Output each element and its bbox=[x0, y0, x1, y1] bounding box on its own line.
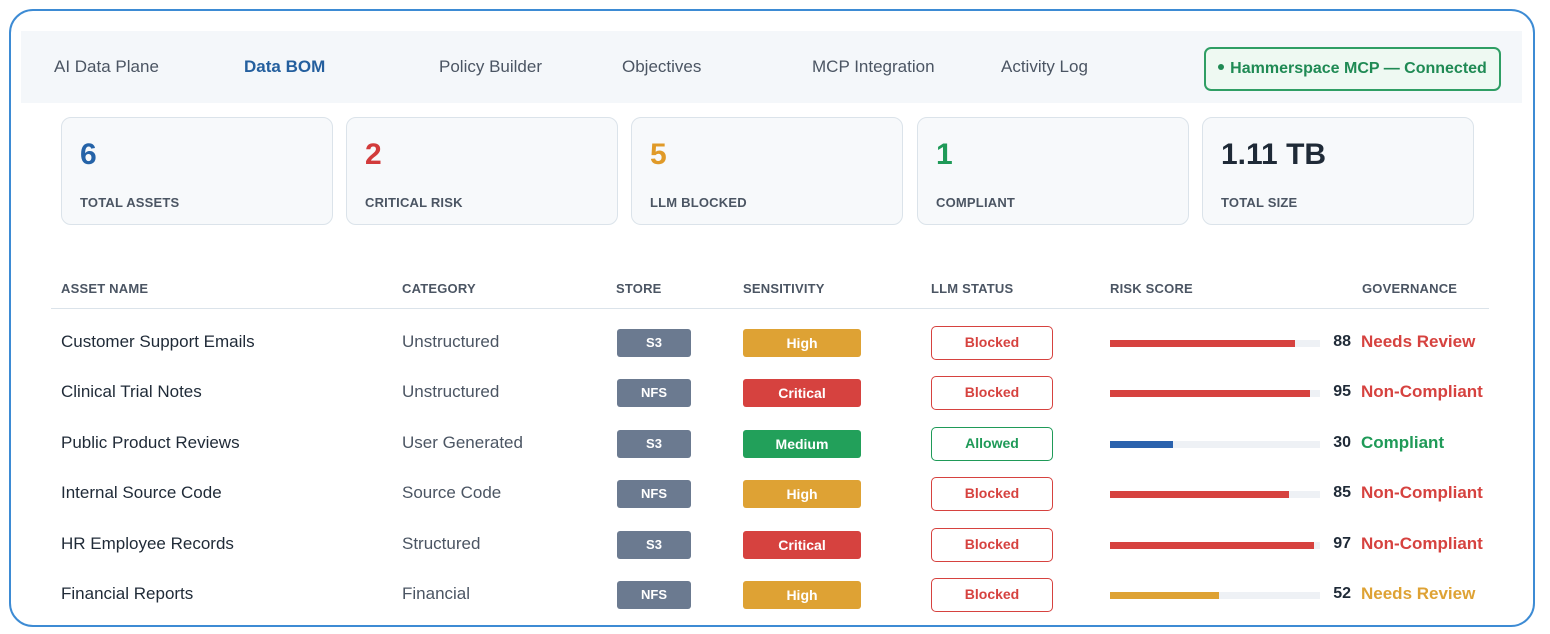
tab-mcp-integration[interactable]: MCP Integration bbox=[812, 31, 935, 103]
risk-score-bar bbox=[1110, 441, 1320, 448]
asset-name[interactable]: Internal Source Code bbox=[61, 468, 222, 518]
app-window: AI Data Plane Data BOM Policy Builder Ob… bbox=[9, 9, 1535, 627]
table-row[interactable]: Public Product Reviews User Generated S3 Me… bbox=[11, 418, 1531, 468]
column-header-risk-score[interactable]: RISK SCORE bbox=[1110, 281, 1193, 296]
stat-value: 1 bbox=[936, 138, 953, 171]
asset-name[interactable]: Clinical Trial Notes bbox=[61, 367, 202, 417]
asset-category: Unstructured bbox=[402, 332, 500, 351]
risk-score-value: 97 bbox=[1333, 535, 1351, 552]
sensitivity-badge: Critical bbox=[743, 531, 861, 559]
stat-value: 5 bbox=[650, 138, 667, 171]
stat-value: 2 bbox=[365, 138, 382, 171]
column-header-store[interactable]: STORE bbox=[616, 281, 662, 296]
risk-score-bar bbox=[1110, 491, 1320, 498]
asset-category: Source Code bbox=[402, 483, 502, 502]
sensitivity-badge: Critical bbox=[743, 379, 861, 407]
llm-status-badge[interactable]: Blocked bbox=[931, 376, 1053, 410]
risk-score-bar bbox=[1110, 542, 1320, 549]
column-header-governance[interactable]: GOVERNANCE bbox=[1362, 281, 1457, 296]
asset-category: Financial bbox=[402, 584, 471, 603]
risk-score-bar-fill bbox=[1110, 592, 1220, 599]
stat-card-critical-risk: 2 CRITICAL RISK bbox=[346, 117, 618, 225]
stat-card-llm-blocked: 5 LLM BLOCKED bbox=[631, 117, 903, 225]
risk-score-bar bbox=[1110, 390, 1320, 397]
asset-name[interactable]: HR Employee Records bbox=[61, 519, 234, 569]
tab-activity-log[interactable]: Activity Log bbox=[1001, 31, 1088, 103]
asset-name[interactable]: Financial Reports bbox=[61, 569, 193, 619]
llm-status-badge[interactable]: Blocked bbox=[931, 528, 1053, 562]
sensitivity-badge: High bbox=[743, 480, 861, 508]
stat-card-total-size: 1.11 TB TOTAL SIZE bbox=[1202, 117, 1474, 225]
risk-score-bar-fill bbox=[1110, 542, 1314, 549]
governance-status: Compliant bbox=[1361, 433, 1445, 452]
top-nav-bar: AI Data Plane Data BOM Policy Builder Ob… bbox=[21, 31, 1522, 103]
tab-objectives[interactable]: Objectives bbox=[622, 31, 701, 103]
asset-category: Unstructured bbox=[402, 382, 500, 401]
risk-score-bar-fill bbox=[1110, 491, 1289, 498]
stat-label: LLM BLOCKED bbox=[650, 195, 747, 210]
governance-status: Non-Compliant bbox=[1361, 483, 1483, 502]
risk-score-value: 88 bbox=[1333, 333, 1351, 350]
stat-value: 1.11 TB bbox=[1221, 138, 1327, 171]
governance-status: Non-Compliant bbox=[1361, 382, 1483, 401]
asset-category: Structured bbox=[402, 534, 481, 553]
table-header-divider bbox=[51, 308, 1489, 309]
stat-label: CRITICAL RISK bbox=[365, 195, 463, 210]
column-header-category[interactable]: CATEGORY bbox=[402, 281, 476, 296]
asset-name[interactable]: Customer Support Emails bbox=[61, 317, 255, 367]
table-row[interactable]: Customer Support Emails Unstructured S3 Hig… bbox=[11, 317, 1531, 367]
governance-status: Needs Review bbox=[1361, 584, 1476, 603]
llm-status-badge[interactable]: Blocked bbox=[931, 477, 1053, 511]
store-badge: NFS bbox=[617, 581, 691, 609]
table-row[interactable]: Clinical Trial Notes Unstructured NFS Criti… bbox=[11, 367, 1531, 417]
column-header-llm-status[interactable]: LLM STATUS bbox=[931, 281, 1013, 296]
store-badge: S3 bbox=[617, 430, 691, 458]
mcp-connection-status[interactable]: Hammerspace MCP — Connected bbox=[1204, 47, 1501, 91]
risk-score-value: 95 bbox=[1333, 383, 1351, 400]
store-badge: NFS bbox=[617, 480, 691, 508]
mcp-status-label: Hammerspace MCP — Connected bbox=[1230, 60, 1487, 77]
llm-status-badge[interactable]: Blocked bbox=[931, 578, 1053, 612]
stat-card-total-assets: 6 TOTAL ASSETS bbox=[61, 117, 333, 225]
risk-score-value: 30 bbox=[1333, 434, 1351, 451]
risk-score-bar bbox=[1110, 340, 1320, 347]
table-row[interactable]: Internal Source Code Source Code NFS High Bl… bbox=[11, 468, 1531, 518]
governance-status: Needs Review bbox=[1361, 332, 1476, 351]
stat-value: 6 bbox=[80, 138, 97, 171]
store-badge: S3 bbox=[617, 531, 691, 559]
stat-label: COMPLIANT bbox=[936, 195, 1016, 210]
tab-ai-data-plane[interactable]: AI Data Plane bbox=[54, 31, 159, 103]
stat-label: TOTAL SIZE bbox=[1221, 195, 1298, 210]
stat-card-compliant: 1 COMPLIANT bbox=[917, 117, 1189, 225]
table-row[interactable]: HR Employee Records Structured S3 Critical B… bbox=[11, 519, 1531, 569]
llm-status-badge[interactable]: Allowed bbox=[931, 427, 1053, 461]
governance-status: Non-Compliant bbox=[1361, 534, 1483, 553]
risk-score-value: 85 bbox=[1333, 484, 1351, 501]
risk-score-bar-fill bbox=[1110, 340, 1295, 347]
risk-score-bar-fill bbox=[1110, 441, 1173, 448]
llm-status-badge[interactable]: Blocked bbox=[931, 326, 1053, 360]
sensitivity-badge: High bbox=[743, 581, 861, 609]
risk-score-bar-fill bbox=[1110, 390, 1310, 397]
store-badge: NFS bbox=[617, 379, 691, 407]
sensitivity-badge: High bbox=[743, 329, 861, 357]
tab-data-bom[interactable]: Data BOM bbox=[244, 31, 325, 103]
asset-category: User Generated bbox=[402, 433, 523, 452]
column-header-sensitivity[interactable]: SENSITIVITY bbox=[743, 281, 825, 296]
status-dot-icon bbox=[1218, 63, 1225, 70]
store-badge: S3 bbox=[617, 329, 691, 357]
table-row[interactable]: Financial Reports Financial NFS High Blocked… bbox=[11, 569, 1531, 619]
column-header-asset-name[interactable]: ASSET NAME bbox=[61, 281, 148, 296]
risk-score-bar bbox=[1110, 592, 1320, 599]
sensitivity-badge: Medium bbox=[743, 430, 861, 458]
tab-policy-builder[interactable]: Policy Builder bbox=[439, 31, 542, 103]
risk-score-value: 52 bbox=[1333, 585, 1351, 602]
asset-name[interactable]: Public Product Reviews bbox=[61, 418, 240, 468]
stat-label: TOTAL ASSETS bbox=[80, 195, 180, 210]
